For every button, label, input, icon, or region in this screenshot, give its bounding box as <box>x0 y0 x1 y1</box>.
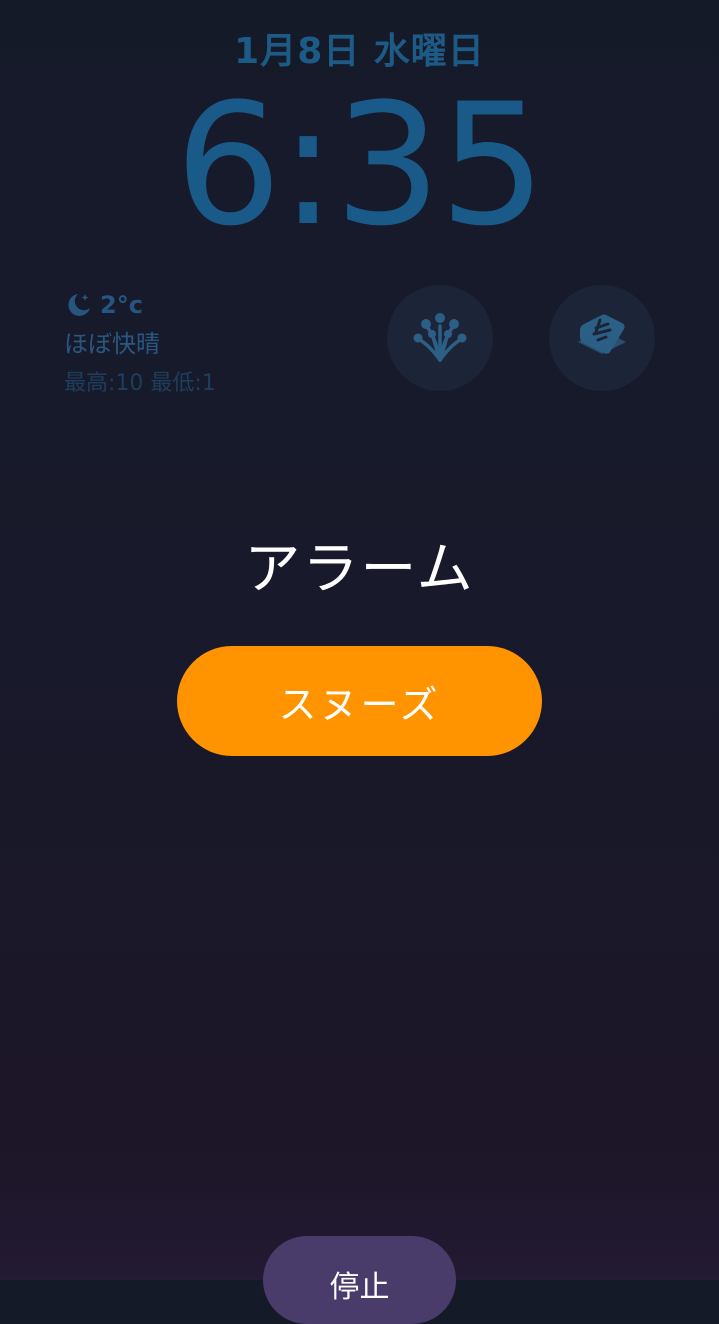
weather-widget[interactable]: 2°c ほぼ快晴 最高:10 最低:1 <box>64 288 216 397</box>
snooze-button[interactable]: スヌーズ <box>177 646 542 756</box>
lock-screen: 1月8日 水曜日 6:35 2°c ほぼ快晴 最高:10 最低:1 アラーム ス… <box>0 0 719 1324</box>
shortcuts-app-icon <box>570 304 634 372</box>
weather-condition: ほぼ快晴 <box>64 330 160 358</box>
widget-flower-app[interactable] <box>387 285 493 391</box>
lock-clock: 6:35 <box>174 67 546 263</box>
stop-button[interactable]: 停止 <box>263 1236 456 1324</box>
flower-app-icon <box>408 304 472 372</box>
weather-high-low: 最高:10 最低:1 <box>64 371 216 396</box>
moon-stars-icon <box>64 290 94 320</box>
widget-shortcuts-app[interactable] <box>549 285 655 391</box>
alarm-title: アラーム <box>244 537 475 602</box>
weather-temperature: 2°c <box>100 291 143 319</box>
stop-button-label: 停止 <box>329 1270 390 1305</box>
